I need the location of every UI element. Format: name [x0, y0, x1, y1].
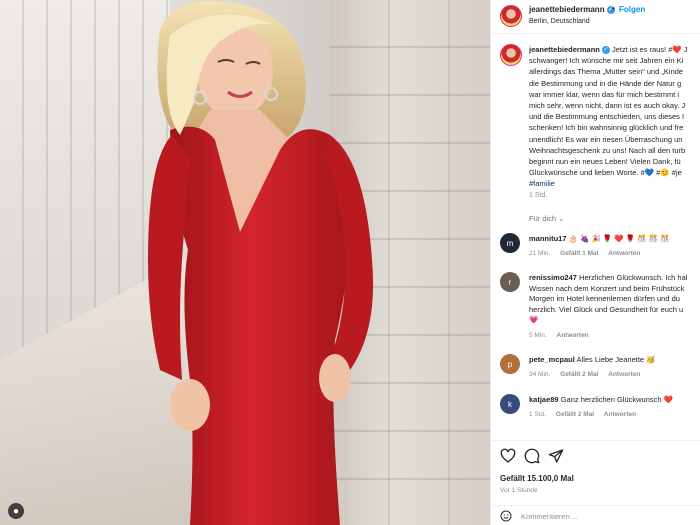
comment-body: 🎂 🍇 🎉 🌹 ❤️ 🌹 🎊 🎊 🎊	[566, 234, 670, 243]
caption-line-4: die Bestimmung und in die Hände der Natu…	[529, 78, 682, 88]
author-username-text[interactable]: jeanettebiedermann	[529, 5, 605, 14]
post-photo[interactable]: ●	[0, 0, 490, 525]
caption-line-7: und die Bestimmung entschieden, uns dies…	[529, 112, 685, 122]
reply-button[interactable]: Antworten	[604, 411, 636, 418]
comment-text: katjae89 Ganz herzlichen Glückwunsch ❤️	[529, 395, 700, 406]
comment-icon[interactable]	[524, 448, 540, 464]
comment-line-2: Wissen nach dem Konzert und beim Frühstü…	[529, 283, 685, 293]
commenter-username[interactable]: katjae89	[529, 395, 559, 404]
commenter-avatar[interactable]: p	[500, 354, 520, 374]
caption-hashtag[interactable]: #familie	[529, 178, 700, 189]
post-caption: jeanettebiedermann ✓ Jetzt ist es raus! #…	[491, 40, 700, 200]
share-icon[interactable]	[548, 448, 564, 464]
likes-count[interactable]: Gefällt 15.100,0 Mal	[500, 474, 574, 483]
comment-text: pete_mcpaul Alles Liebe Jeanette 🥳	[529, 355, 700, 366]
add-comment-bar	[491, 505, 700, 525]
caption-line-1-text: Jetzt ist es raus! #❤️ J	[609, 45, 688, 54]
caption-line-3: allerdings das Thema „Mutter sein“ und „…	[529, 67, 684, 77]
commenter-avatar[interactable]: m	[500, 233, 520, 253]
post-location[interactable]: Berlin, Deutschland	[529, 18, 590, 25]
verified-badge-icon: ✓	[601, 46, 610, 55]
caption-line-8: schenken! Ich bin wahnsinnig glücklich u…	[529, 123, 684, 133]
caption-timestamp: 1 Std.	[529, 192, 548, 199]
caption-line-6: mich sehr, wenn nicht, dann ist es auch …	[529, 101, 686, 111]
comment-time: 5 Min.	[529, 332, 547, 339]
translation-toggle[interactable]: Für dich ⌄	[529, 214, 564, 223]
comment-time: 1 Std.	[529, 411, 546, 418]
caption-line-2: schwanger! Ich wünsche mir seit Jahren e…	[529, 56, 684, 66]
author-avatar[interactable]	[500, 5, 522, 27]
comment-body: Alles Liebe Jeanette 🥳	[574, 355, 656, 364]
comment-meta: 5 Min. Antworten	[529, 332, 597, 339]
commenter-username[interactable]: mannitu17	[529, 234, 567, 243]
comment-text: mannitu17 🎂 🍇 🎉 🌹 ❤️ 🌹 🎊 🎊 🎊	[529, 234, 700, 245]
separator-dot: •	[612, 4, 615, 13]
comment-meta: 21 Min. Gefällt 1 Mal Antworten	[529, 250, 648, 257]
comment-meta: 34 Min. Gefällt 2 Mal Antworten	[529, 371, 648, 378]
commenter-avatar[interactable]: r	[500, 272, 520, 292]
comment-line-5: 💗	[529, 315, 539, 325]
comment-likes[interactable]: Gefällt 2 Mal	[556, 411, 594, 418]
commenter-username[interactable]: pete_mcpaul	[529, 355, 575, 364]
follow-button[interactable]: Folgen	[619, 5, 645, 14]
caption-username[interactable]: jeanettebiedermann	[529, 45, 600, 54]
caption-line-12: Glückwünsche und lieben Worte. #💙 #😊 #je	[529, 168, 682, 178]
caption-line-10: Weihnachtsgeschenk zu uns! Nach all den …	[529, 145, 686, 155]
reply-button[interactable]: Antworten	[608, 250, 640, 257]
commenter-avatar[interactable]: k	[500, 394, 520, 414]
caption-line-11: beginnt nun ein neues Leben! Vielen Dank…	[529, 157, 681, 167]
comment-time: 21 Min.	[529, 250, 551, 257]
post-header: jeanettebiedermann ✓ • Folgen Berlin, Deu…	[491, 0, 700, 34]
emoji-icon[interactable]	[500, 510, 512, 522]
caption-line-5: war immer klar, wenn das für mich bestim…	[529, 89, 680, 99]
caption-line-1: jeanettebiedermann ✓ Jetzt ist es raus! #…	[529, 44, 700, 55]
commenter-username[interactable]: renissimo247	[529, 273, 577, 282]
comment-time: 34 Min.	[529, 371, 551, 378]
reply-button[interactable]: Antworten	[557, 332, 589, 339]
heart-icon[interactable]	[500, 448, 516, 464]
comment-likes[interactable]: Gefällt 2 Mal	[560, 371, 598, 378]
comment-body: Herzlichen Glückwunsch. Ich hal	[576, 273, 688, 282]
comment-likes[interactable]: Gefällt 1 Mal	[560, 250, 598, 257]
post-action-bar	[491, 440, 700, 470]
caption-line-9: unendlich! Es war ein riesen Überraschun…	[529, 134, 683, 144]
reply-button[interactable]: Antworten	[608, 371, 640, 378]
comment-body: Ganz herzlichen Glückwunsch ❤️	[558, 395, 673, 404]
comment-line-4: herzlich. Viel Glück und Gesundheit für …	[529, 304, 684, 314]
comment-input[interactable]	[521, 509, 691, 523]
post-timestamp: Vor 1 Stunde	[500, 487, 538, 494]
comment-text: renissimo247 Herzlichen Glückwunsch. Ich…	[529, 273, 700, 326]
woman-in-red-dress-illustration	[148, 0, 374, 525]
caption-text: jeanettebiedermann ✓ Jetzt ist es raus! #…	[529, 44, 700, 190]
comment-line-1: renissimo247 Herzlichen Glückwunsch. Ich…	[529, 273, 700, 284]
post-details-panel: jeanettebiedermann ✓ • Folgen Berlin, Deu…	[490, 0, 700, 525]
comment-meta: 1 Std. Gefällt 2 Mal Antworten	[529, 411, 644, 418]
comment-line-3: Morgen im Hotel kennenlernen dürfen und …	[529, 294, 680, 304]
author-username[interactable]: jeanettebiedermann ✓	[529, 5, 615, 14]
tagged-user-icon[interactable]: ●	[8, 503, 24, 519]
caption-author-avatar[interactable]	[500, 44, 522, 66]
